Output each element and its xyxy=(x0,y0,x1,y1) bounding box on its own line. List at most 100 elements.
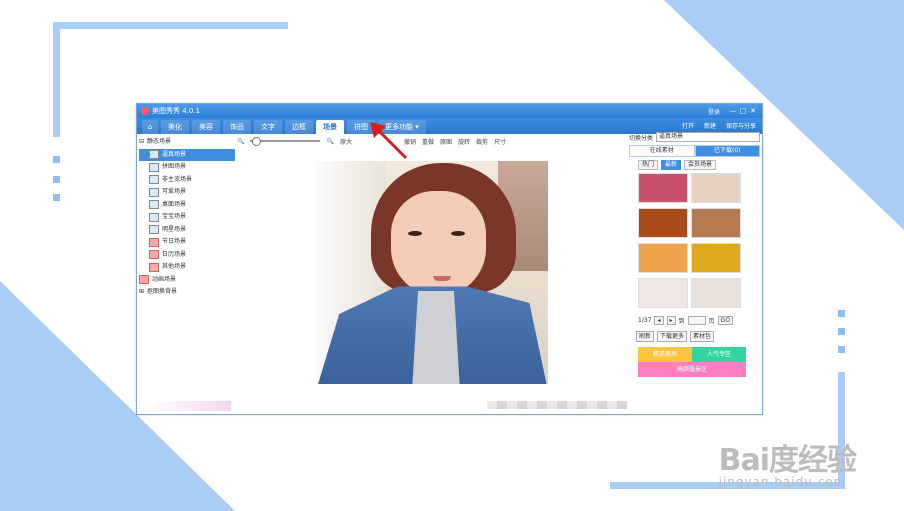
watermark-logo: Bai度经验 xyxy=(718,443,857,478)
baidu-jingyan-watermark: Bai度经验 jingyan.baidu.com xyxy=(718,435,857,489)
tab-accessories[interactable]: 饰品 xyxy=(223,120,251,134)
tree-item-label: 逼真场景 xyxy=(162,150,187,158)
animation-icon xyxy=(139,275,149,285)
resize-button[interactable]: 尺寸 xyxy=(494,137,506,146)
open-button[interactable]: 打开 xyxy=(682,121,694,130)
tree-node-label: 抠图换背景 xyxy=(147,288,178,295)
scene-thumbnail[interactable] xyxy=(638,208,688,238)
tree-item-label: 日历场景 xyxy=(162,250,187,258)
scene-icon xyxy=(149,175,159,185)
tab-frame[interactable]: 边框 xyxy=(285,120,313,134)
scene-material-panel: 切换分类 逼真场景 在线素材 已下载(0) 热门 最新 会员场景 1/37 ◂ … xyxy=(629,132,760,412)
decorative-square xyxy=(838,310,845,317)
decorative-bar-left xyxy=(53,22,60,137)
tree-item-label: 非主流场景 xyxy=(162,175,193,183)
tree-item-label: 其他场景 xyxy=(162,263,187,270)
edit-toolbar: 🔍 🔍 原大 撤销 重做 原图 旋转 裁剪 尺寸 xyxy=(237,134,617,148)
decorative-bar-top xyxy=(53,22,288,29)
tab-text[interactable]: 文字 xyxy=(254,120,282,134)
category-dropdown[interactable]: 逼真场景 xyxy=(656,132,760,142)
subtab-hot[interactable]: 热门 xyxy=(638,160,659,170)
photo-canvas[interactable] xyxy=(316,161,548,384)
decorative-square xyxy=(838,346,845,353)
app-logo-icon xyxy=(141,107,149,115)
material-pack-button[interactable]: 素材包 xyxy=(690,331,715,342)
page-unit-label: 页 xyxy=(708,318,715,325)
subtab-member-scene[interactable]: 会员场景 xyxy=(684,160,717,170)
tree-item-star-scene[interactable]: 明星场景 xyxy=(139,224,235,237)
go-button[interactable]: GO xyxy=(717,316,733,325)
scene-thumbnail[interactable] xyxy=(638,243,688,273)
tree-item-label: 可爱场景 xyxy=(162,188,187,195)
tree-item-holiday-scene[interactable]: 节日场景 xyxy=(139,236,235,249)
refresh-button[interactable]: 刷新 xyxy=(636,331,655,342)
expand-icon[interactable]: ⊞ xyxy=(139,286,145,299)
tree-node-static-scenes[interactable]: ⊟ 静态场景 xyxy=(139,136,235,149)
tab-beautify[interactable]: 美化 xyxy=(161,120,189,134)
tree-item-cute-scene[interactable]: 可爱场景 xyxy=(139,186,235,199)
pager: 1/37 ◂ ▸ 到 页 GO xyxy=(638,316,760,325)
maximize-icon[interactable]: □ xyxy=(738,107,748,115)
file-actions: 打开 新建 保存与分享 xyxy=(682,121,756,130)
promo-banner[interactable]: 精选美场 人气专区 高颜值景区 xyxy=(638,347,746,377)
prev-page-button[interactable]: ◂ xyxy=(654,316,664,325)
tree-node-cutout-background[interactable]: ⊞ 抠图换背景 xyxy=(139,286,235,299)
tree-item-calendar-scene[interactable]: 日历场景 xyxy=(139,249,235,262)
minimize-icon[interactable]: — xyxy=(728,107,738,115)
scene-thumbnail[interactable] xyxy=(638,278,688,308)
scene-thumbnail[interactable] xyxy=(691,173,741,203)
status-bar-left xyxy=(139,401,231,411)
save-share-button[interactable]: 保存与分享 xyxy=(726,121,756,130)
promo-item[interactable]: 人气专区 xyxy=(692,347,746,362)
crop-button[interactable]: 裁剪 xyxy=(476,137,488,146)
tree-node-label: 静态场景 xyxy=(147,138,172,145)
promo-item[interactable]: 高颜值景区 xyxy=(638,362,746,377)
tree-item-other-scene[interactable]: 其他场景 xyxy=(139,261,235,274)
zoom-in-icon[interactable]: 🔍 xyxy=(326,138,333,145)
tree-node-animated-scenes[interactable]: 动画场景 xyxy=(139,274,235,287)
tab-scene[interactable]: 场景 xyxy=(316,120,344,134)
reset-original-button[interactable]: 原图 xyxy=(440,137,452,146)
scene-thumbnail[interactable] xyxy=(691,208,741,238)
tab-online-material[interactable]: 在线素材 xyxy=(629,145,695,157)
scene-thumbnail[interactable] xyxy=(691,278,741,308)
tab-downloaded[interactable]: 已下载(0) xyxy=(694,145,760,157)
tree-item-baby-scene[interactable]: 宝宝场景 xyxy=(139,211,235,224)
tree-item-desktop-scene[interactable]: 桌面场景 xyxy=(139,199,235,212)
tree-item-nonmainstream-scene[interactable]: 非主流场景 xyxy=(139,174,235,187)
scene-icon xyxy=(149,150,159,160)
tab-beauty[interactable]: 美容 xyxy=(192,120,220,134)
tree-item-realistic-scene[interactable]: 逼真场景 xyxy=(139,148,235,161)
login-link[interactable]: 登录 xyxy=(708,107,720,116)
scene-icon xyxy=(149,212,159,222)
red-arrow-annotation xyxy=(370,122,408,160)
meitu-app-window: 美图秀秀 4.0.1 登录 — □ ✕ ⌂ 美化 美容 饰品 文字 边框 场景 … xyxy=(136,103,763,415)
rotate-button[interactable]: 旋转 xyxy=(458,137,470,146)
tree-item-label: 桌面场景 xyxy=(162,200,187,208)
subtab-latest[interactable]: 最新 xyxy=(661,160,682,170)
download-more-button[interactable]: 下载更多 xyxy=(657,331,688,342)
home-icon[interactable]: ⌂ xyxy=(142,120,158,134)
scene-thumbnail[interactable] xyxy=(638,173,688,203)
collapse-icon[interactable]: ⊟ xyxy=(139,136,145,149)
page-number-input[interactable] xyxy=(687,316,706,325)
tree-item-label: 拼图场景 xyxy=(162,163,187,170)
photo-eye xyxy=(451,231,465,236)
watermark-url: jingyan.baidu.com xyxy=(718,475,847,489)
tree-item-collage-scene[interactable]: 拼图场景 xyxy=(139,161,235,174)
scene-icon xyxy=(149,200,159,210)
zoom-slider-knob[interactable] xyxy=(252,137,262,146)
photo-mouth xyxy=(433,276,451,281)
close-icon[interactable]: ✕ xyxy=(748,107,758,115)
zoom-slider[interactable] xyxy=(250,137,321,146)
scene-thumbnail[interactable] xyxy=(691,243,741,273)
original-size-button[interactable]: 原大 xyxy=(340,137,352,146)
tree-node-label: 动画场景 xyxy=(152,275,177,283)
scene-icon xyxy=(149,225,159,235)
zoom-out-icon[interactable]: 🔍 xyxy=(237,138,244,145)
redo-button[interactable]: 重做 xyxy=(422,137,434,146)
next-page-button[interactable]: ▸ xyxy=(666,316,676,325)
promo-item[interactable]: 精选美场 xyxy=(638,347,692,362)
status-bar-blurred xyxy=(487,401,627,409)
new-button[interactable]: 新建 xyxy=(704,121,716,130)
